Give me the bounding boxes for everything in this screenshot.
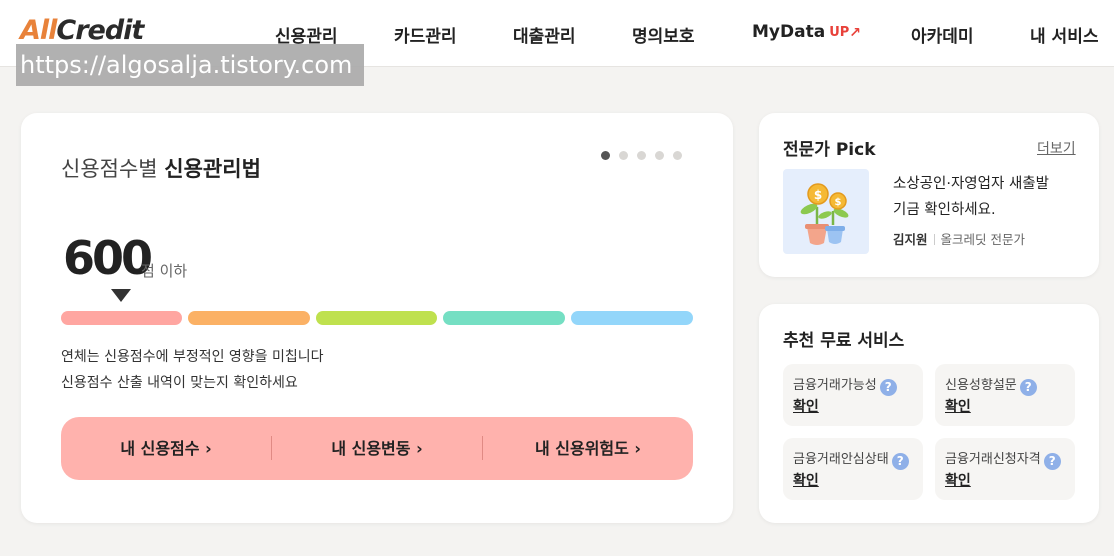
my-credit-score-button[interactable]: 내 신용점수 ›	[61, 417, 271, 480]
service-financial-possibility[interactable]: 금융거래가능성? 확인	[783, 364, 923, 426]
free-services-card: 추천 무료 서비스 금융거래가능성? 확인 신용성향설문? 확인 금융거래안심상…	[759, 304, 1099, 523]
logo-credit: Credit	[56, 15, 144, 46]
score-pointer-icon	[111, 289, 131, 302]
nav-loan-management[interactable]: 대출관리	[513, 22, 576, 47]
credit-management-card: 신용점수별 신용관리법 600 점 이하 연체는 신용점수에 부정적인 영향을 …	[21, 113, 733, 523]
score-bar-segment-3[interactable]	[316, 311, 437, 325]
help-icon[interactable]: ?	[891, 453, 909, 470]
service-check-link[interactable]: 확인	[793, 470, 819, 490]
nav-card-management[interactable]: 카드관리	[394, 22, 457, 47]
score-bar-segment-5[interactable]	[571, 311, 693, 325]
help-icon[interactable]: ?	[1043, 453, 1061, 470]
carousel-dot-3[interactable]	[637, 151, 646, 160]
service-credit-survey[interactable]: 신용성향설문? 확인	[935, 364, 1075, 426]
credit-action-buttons: 내 신용점수 › 내 신용변동 › 내 신용위험도 ›	[61, 417, 693, 480]
expert-headline-line-1[interactable]: 소상공인·자영업자 새출발	[893, 172, 1049, 193]
service-financial-safety[interactable]: 금융거래안심상태? 확인	[783, 438, 923, 500]
help-icon[interactable]: ?	[879, 379, 897, 396]
my-credit-risk-button[interactable]: 내 신용위험도 ›	[483, 417, 693, 480]
service-label: 금융거래가능성?	[793, 374, 897, 396]
service-check-link[interactable]: 확인	[945, 396, 971, 416]
carousel-dot-2[interactable]	[619, 151, 628, 160]
service-label-text: 금융거래가능성	[793, 378, 877, 393]
svg-text:$: $	[814, 188, 822, 202]
watermark-url: https://algosalja.tistory.com	[16, 44, 364, 86]
score-value: 600	[63, 231, 153, 285]
expert-headline-line-2[interactable]: 기금 확인하세요.	[893, 198, 996, 219]
meta-divider	[933, 234, 935, 245]
logo-all: All	[20, 15, 57, 46]
service-label-text: 금융거래신청자격	[945, 452, 1041, 467]
expert-role: 올크레딧 전문가	[940, 232, 1025, 247]
nav-my-service[interactable]: 내 서비스	[1030, 22, 1098, 47]
score-bar-segment-1[interactable]	[61, 311, 182, 325]
score-bar-segment-2[interactable]	[188, 311, 310, 325]
expert-pick-title: 전문가 Pick	[783, 140, 876, 160]
service-label: 신용성향설문?	[945, 374, 1037, 396]
svg-text:$: $	[835, 197, 842, 208]
more-link[interactable]: 더보기	[1037, 138, 1076, 158]
expert-meta: 김지원 올크레딧 전문가	[893, 229, 1025, 248]
main-title: 신용점수별 신용관리법	[61, 153, 261, 183]
service-label-text: 신용성향설문	[945, 378, 1017, 393]
score-bar-segment-4[interactable]	[443, 311, 565, 325]
main-title-bold: 신용관리법	[164, 157, 261, 181]
my-credit-change-button[interactable]: 내 신용변동 ›	[272, 417, 482, 480]
service-label-text: 금융거래안심상태	[793, 452, 889, 467]
score-unit: 점 이하	[141, 262, 188, 280]
service-application-eligibility[interactable]: 금융거래신청자격? 확인	[935, 438, 1075, 500]
nav-academy[interactable]: 아카데미	[911, 22, 974, 47]
nav-mydata-label: MyData	[752, 22, 826, 42]
carousel-dot-5[interactable]	[673, 151, 682, 160]
up-arrow-icon: ↗	[849, 25, 862, 41]
help-icon[interactable]: ?	[1019, 379, 1037, 396]
expert-author: 김지원	[893, 232, 928, 247]
service-check-link[interactable]: 확인	[945, 470, 971, 490]
expert-pick-card: 전문가 Pick 더보기 $ $ 소상공인·자영업자 새출발 기금 확인하세요.…	[759, 113, 1099, 277]
money-plant-image[interactable]: $ $	[783, 169, 869, 254]
mydata-up-badge: UP	[829, 25, 850, 40]
carousel-dot-1[interactable]	[601, 151, 610, 160]
service-label: 금융거래신청자격?	[945, 448, 1061, 470]
free-services-title: 추천 무료 서비스	[783, 331, 905, 351]
description-line-1: 연체는 신용점수에 부정적인 영향을 미칩니다	[61, 349, 324, 365]
money-plant-icon: $ $	[800, 183, 849, 245]
nav-mydata[interactable]: MyData UP↗	[752, 22, 861, 42]
service-check-link[interactable]: 확인	[793, 396, 819, 416]
service-label: 금융거래안심상태?	[793, 448, 909, 470]
nav-identity-protection[interactable]: 명의보호	[632, 22, 695, 47]
main-title-prefix: 신용점수별	[61, 157, 158, 181]
description-line-2: 신용점수 산출 내역이 맞는지 확인하세요	[61, 375, 298, 391]
carousel-dot-4[interactable]	[655, 151, 664, 160]
